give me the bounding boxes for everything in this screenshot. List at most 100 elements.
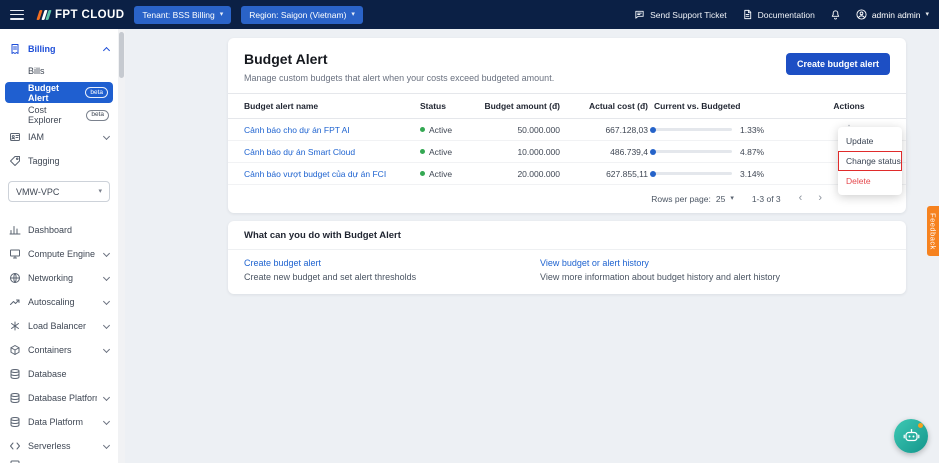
menu-icon[interactable] <box>10 10 24 20</box>
assistant-accent-dot <box>918 423 923 428</box>
progress-percent: 3.14% <box>740 169 764 179</box>
brand-text: FPT CLOUD <box>55 9 124 21</box>
avatar-icon <box>856 9 867 20</box>
sidebar-item-tagging[interactable]: Tagging <box>0 149 118 173</box>
robot-icon <box>902 427 921 446</box>
status-text: Active <box>429 147 452 157</box>
user-name: admin admin <box>872 10 921 20</box>
sidebar-item-compute-engine[interactable]: Compute Engine <box>0 242 118 266</box>
actual-cost: 667.128,03 <box>566 119 654 141</box>
sidebar-item-label: Compute Engine <box>28 249 95 259</box>
chevron-down-icon: ▾ <box>220 11 224 18</box>
sidebar-item-iam[interactable]: IAM <box>0 125 118 149</box>
tag-icon <box>9 155 21 167</box>
topbar: FPT CLOUD Tenant: BSS Billing ▾ Region: … <box>0 0 939 29</box>
assistant-fab-button[interactable] <box>894 419 928 453</box>
support-ticket-link[interactable]: Send Support Ticket <box>634 9 727 20</box>
container-box-icon <box>9 344 21 356</box>
app-window: FPT CLOUD Tenant: BSS Billing ▾ Region: … <box>0 0 939 463</box>
tenant-selector[interactable]: Tenant: BSS Billing ▾ <box>134 6 231 24</box>
progress-track <box>654 172 732 175</box>
sidebar-item-database-platform[interactable]: Database Platform <box>0 386 118 410</box>
chevron-down-icon <box>103 441 110 448</box>
sidebar: Billing Bills Budget Alert beta Cost Exp… <box>0 29 118 463</box>
info-card: What can you do with Budget Alert Create… <box>228 221 906 294</box>
sidebar-scrollbar[interactable] <box>118 29 125 463</box>
progress-track <box>654 150 732 153</box>
sidebar-item-dashboard[interactable]: Dashboard <box>0 218 118 242</box>
feedback-tab[interactable]: Feedback <box>927 206 939 256</box>
chevron-down-icon <box>103 345 110 352</box>
create-budget-alert-desc: Create new budget and set alert threshol… <box>244 272 540 282</box>
chevron-down-icon <box>103 321 110 328</box>
context-menu-change-status[interactable]: Change status <box>838 151 902 171</box>
documentation-link[interactable]: Documentation <box>742 9 815 20</box>
sidebar-item-bills[interactable]: Bills <box>0 61 118 81</box>
sidebar-item-cost-explorer[interactable]: Cost Explorer beta <box>0 105 118 125</box>
autoscaling-icon <box>9 296 21 308</box>
dashboard-icon <box>9 224 21 236</box>
context-menu-delete[interactable]: Delete <box>838 171 902 191</box>
sidebar-item-label: Budget Alert <box>28 83 81 103</box>
sidebar-item-label: Load Balancer <box>28 321 86 331</box>
chevron-down-icon <box>103 273 110 280</box>
main-content: Budget Alert Manage custom budgets that … <box>125 29 939 463</box>
progress-percent: 1.33% <box>740 125 764 135</box>
budget-alert-card: Budget Alert Manage custom budgets that … <box>228 38 906 213</box>
tenant-label: Tenant: BSS Billing <box>142 10 214 20</box>
iam-idcard-icon <box>9 131 21 143</box>
column-header: Actions <box>796 94 906 119</box>
progress-percent: 4.87% <box>740 147 764 157</box>
rows-per-page-selector[interactable]: Rows per page: 25 ▾ <box>651 194 734 204</box>
create-budget-alert-link[interactable]: Create budget alert <box>244 258 540 268</box>
row-context-menu: Update Change status Delete <box>838 127 902 195</box>
sidebar-item-billing[interactable]: Billing <box>0 37 118 61</box>
table-row: Cảnh báo dự án Smart Cloud Active 10.000… <box>228 141 906 163</box>
budget-alert-name-link[interactable]: Cảnh báo dự án Smart Cloud <box>244 147 355 157</box>
sidebar-item-load-balancer[interactable]: Load Balancer <box>0 314 118 338</box>
pagination-range: 1-3 of 3 <box>752 194 781 204</box>
chevron-down-icon <box>103 132 110 139</box>
chevron-up-icon <box>103 46 110 53</box>
rows-per-page-value: 25 <box>716 194 725 204</box>
region-selector[interactable]: Region: Saigon (Vietnam) ▾ <box>241 6 363 24</box>
vpc-selected-value: VMW-VPC <box>16 187 59 197</box>
sidebar-item-partial[interactable] <box>0 453 118 463</box>
budget-alert-name-link[interactable]: Cảnh báo vượt budget của dự án FCI <box>244 169 386 179</box>
vpc-selector[interactable]: VMW-VPC ▾ <box>8 181 110 202</box>
page-subtitle: Manage custom budgets that alert when yo… <box>244 73 554 83</box>
region-label: Region: Saigon (Vietnam) <box>249 10 346 20</box>
sidebar-item-containers[interactable]: Containers <box>0 338 118 362</box>
sidebar-item-label: Serverless <box>28 441 71 451</box>
budget-progress: 3.14% <box>654 169 792 179</box>
previous-page-button[interactable]: ‹ <box>799 193 803 204</box>
column-header: Status <box>420 94 480 119</box>
column-header: Budget amount (đ) <box>480 94 566 119</box>
globe-icon <box>9 272 21 284</box>
scrollbar-thumb[interactable] <box>119 32 124 78</box>
actual-cost: 627.855,11 <box>566 163 654 185</box>
notifications-bell-icon[interactable] <box>830 9 841 20</box>
status-dot <box>420 127 425 132</box>
info-card-title: What can you do with Budget Alert <box>228 221 906 250</box>
view-history-link[interactable]: View budget or alert history <box>540 258 780 268</box>
create-budget-alert-button[interactable]: Create budget alert <box>786 53 890 75</box>
context-menu-update[interactable]: Update <box>838 131 902 151</box>
sidebar-item-networking[interactable]: Networking <box>0 266 118 290</box>
beta-badge: beta <box>85 87 108 98</box>
user-menu[interactable]: admin admin ▾ <box>856 9 929 20</box>
chevron-down-icon <box>103 297 110 304</box>
budget-alert-table: Budget alert name Status Budget amount (… <box>228 93 906 185</box>
brand-logo[interactable]: FPT CLOUD <box>38 9 124 21</box>
budget-alert-name-link[interactable]: Cảnh báo cho dự án FPT AI <box>244 125 350 135</box>
status-dot <box>420 149 425 154</box>
status-dot <box>420 171 425 176</box>
sidebar-item-database[interactable]: Database <box>0 362 118 386</box>
status-text: Active <box>429 169 452 179</box>
sidebar-item-budget-alert[interactable]: Budget Alert beta <box>5 82 113 103</box>
budget-amount: 50.000.000 <box>480 119 566 141</box>
chevron-down-icon: ▾ <box>351 11 355 18</box>
sidebar-item-data-platform[interactable]: Data Platform <box>0 410 118 434</box>
next-page-button[interactable]: › <box>818 193 822 204</box>
sidebar-item-autoscaling[interactable]: Autoscaling <box>0 290 118 314</box>
